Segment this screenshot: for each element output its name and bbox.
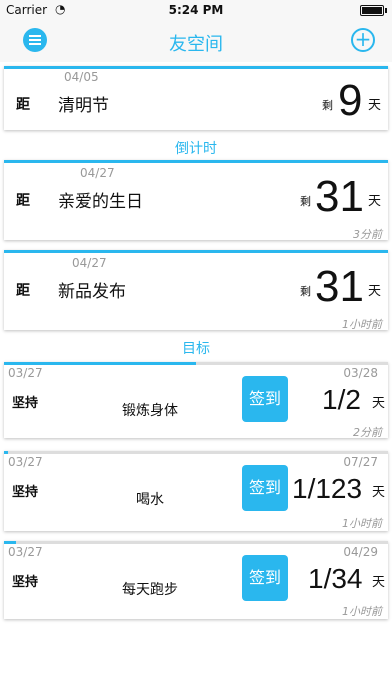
- goal-progress-track: [4, 541, 388, 544]
- add-button[interactable]: +: [351, 28, 375, 52]
- status-time: 5:24 PM: [168, 3, 224, 17]
- check-in-button[interactable]: 签到: [242, 376, 288, 422]
- updated-time: 3分前: [353, 228, 382, 241]
- goal-progress-fill: [4, 451, 8, 454]
- battery-icon: [360, 5, 387, 16]
- goal-start-date: 03/27: [8, 545, 43, 559]
- countdown-card[interactable]: 04/27 距 亲爱的生日 剩 31 天 3分前: [4, 160, 388, 241]
- event-title: 清明节: [58, 96, 109, 116]
- page-title: 友空间: [169, 34, 223, 55]
- event-date: 04/27: [80, 166, 115, 180]
- days-remaining: 31: [315, 172, 364, 221]
- days-unit: 天: [368, 284, 382, 299]
- nav-bar: 友空间 +: [0, 20, 392, 62]
- goal-progress-fill: [4, 362, 196, 365]
- goal-unit: 天: [372, 396, 386, 411]
- goal-label: 坚持: [12, 575, 39, 590]
- section-goals: 目标: [182, 341, 210, 357]
- goal-title: 喝水: [136, 492, 164, 508]
- days-remaining: 9: [338, 76, 363, 125]
- distance-label: 距: [16, 193, 30, 209]
- goal-start-date: 03/27: [8, 455, 43, 469]
- remain-label: 剩: [300, 195, 311, 208]
- goal-start-date: 03/27: [8, 366, 43, 380]
- updated-time: 2分前: [353, 426, 382, 439]
- days-unit: 天: [368, 98, 382, 113]
- goal-unit: 天: [372, 485, 386, 500]
- goal-ratio: 1/123: [292, 473, 363, 504]
- add-icon: +: [354, 27, 372, 51]
- goal-progress-fill: [4, 541, 16, 544]
- countdown-card[interactable]: 04/05 距 清明节 剩 9 天: [4, 66, 388, 130]
- updated-time: 1小时前: [342, 605, 382, 618]
- distance-label: 距: [16, 283, 30, 299]
- card-accent-line: [4, 250, 388, 253]
- goal-ratio: 1/2: [322, 384, 361, 415]
- card-accent-line: [4, 66, 388, 69]
- goal-label: 坚持: [12, 396, 39, 411]
- check-in-button[interactable]: 签到: [242, 465, 288, 511]
- goal-card[interactable]: 03/27 04/29 坚持 每天跑步 签到 1/34 天 1小时前: [4, 541, 388, 619]
- goal-card[interactable]: 03/27 03/28 坚持 锻炼身体 签到 1/2 天 2分前: [4, 362, 388, 439]
- days-remaining: 31: [315, 262, 364, 311]
- status-bar: Carrier ◔ 5:24 PM: [0, 0, 392, 20]
- goal-end-date: 03/28: [343, 366, 378, 380]
- goal-unit: 天: [372, 575, 386, 590]
- goal-end-date: 04/29: [343, 545, 378, 559]
- goal-title: 锻炼身体: [122, 403, 178, 419]
- event-title: 亲爱的生日: [58, 192, 143, 212]
- check-in-button[interactable]: 签到: [242, 555, 288, 601]
- remain-label: 剩: [300, 285, 311, 298]
- countdown-card[interactable]: 04/27 距 新品发布 剩 31 天 1小时前: [4, 250, 388, 331]
- goal-ratio: 1/34: [308, 563, 363, 594]
- remain-label: 剩: [322, 99, 333, 112]
- goal-progress-track: [4, 451, 388, 454]
- updated-time: 1小时前: [342, 318, 382, 331]
- card-accent-line: [4, 160, 388, 163]
- goal-label: 坚持: [12, 485, 39, 500]
- days-unit: 天: [368, 194, 382, 209]
- section-countdown: 倒计时: [175, 141, 217, 157]
- updated-time: 1小时前: [342, 517, 382, 530]
- distance-label: 距: [16, 97, 30, 113]
- goal-title: 每天跑步: [122, 582, 178, 598]
- goal-end-date: 07/27: [343, 455, 378, 469]
- event-title: 新品发布: [58, 282, 126, 302]
- goal-card[interactable]: 03/27 07/27 坚持 喝水 签到 1/123 天 1小时前: [4, 451, 388, 531]
- event-date: 04/27: [72, 256, 107, 270]
- event-date: 04/05: [64, 70, 99, 84]
